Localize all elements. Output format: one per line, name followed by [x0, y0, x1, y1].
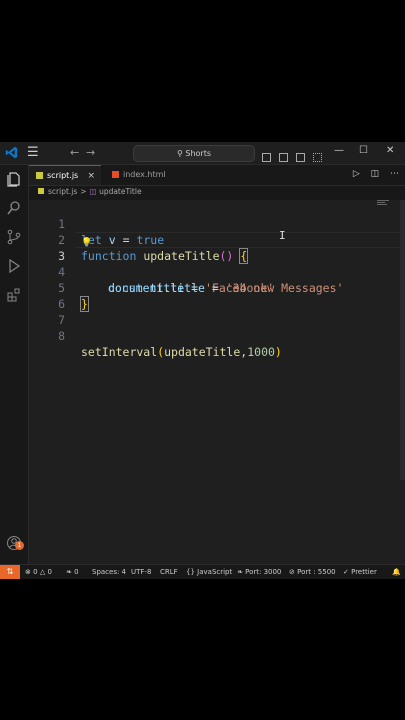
ports-indicator[interactable]: ❧ 0 [66, 565, 79, 579]
hamburger-icon[interactable]: ☰ [27, 146, 39, 159]
identifier: updateTitle [164, 345, 241, 359]
javascript-file-icon [38, 188, 44, 194]
line-number: 8 [58, 329, 65, 343]
command-center-search[interactable]: ⚲ Shorts [133, 145, 255, 162]
activity-bar: 1 ⚙ [0, 165, 29, 579]
breadcrumb-symbol[interactable]: updateTitle [99, 187, 142, 196]
arrow-right-icon[interactable]: → [86, 146, 95, 159]
close-tab-icon[interactable]: × [87, 166, 95, 186]
port-label: Port: 3000 [245, 568, 282, 576]
breadcrumb-separator: > [80, 187, 87, 196]
broadcast-icon: ❧ [66, 568, 72, 576]
live-server-port-5500[interactable]: ⊘ Port : 5500 [289, 565, 336, 579]
search-icon: ⚲ [176, 149, 183, 158]
tab-script-js[interactable]: script.js × [29, 165, 101, 185]
warning-icon: △ [39, 568, 46, 576]
arrow-left-icon[interactable]: ← [70, 146, 79, 159]
customize-layout-icon[interactable] [313, 153, 323, 162]
editor-tabs: script.js × index.html ▷ ◫ ⋯ [29, 165, 405, 186]
html-file-icon [112, 171, 119, 178]
problems-indicator[interactable]: ⊗ 0 △ 0 [25, 565, 52, 579]
breadcrumb-file[interactable]: script.js [48, 187, 77, 196]
run-icon[interactable]: ▷ [353, 169, 360, 179]
code-line: 8 setInterval(updateTitle,1000) [29, 312, 405, 359]
split-editor-icon[interactable]: ◫ [371, 169, 380, 179]
code-line: 1 let v = true [29, 200, 405, 247]
explorer-icon[interactable] [6, 171, 22, 187]
language-mode[interactable]: {} JavaScript [186, 565, 232, 579]
minimize-icon[interactable]: — [334, 145, 344, 156]
vertical-scrollbar[interactable] [400, 200, 405, 480]
toggle-secondary-sidebar-icon[interactable] [296, 153, 306, 162]
braces-icon: {} [186, 568, 195, 576]
code-line: 7 [29, 296, 405, 327]
vscode-window: ☰ ← → ⚲ Shorts — ☐ ✕ 1 script.js × index… [0, 142, 405, 579]
source-control-icon[interactable] [6, 229, 22, 245]
error-icon: ⊗ [25, 568, 31, 576]
number: 1000 [247, 345, 275, 359]
tab-label: index.html [123, 170, 166, 179]
remote-indicator-icon[interactable]: ⇅ [0, 565, 20, 579]
parenthesis: ) [274, 345, 282, 359]
ports-count: 0 [74, 568, 79, 576]
maximize-icon[interactable]: ☐ [359, 145, 368, 156]
code-line: 2 function updateTitle() { I [29, 216, 405, 264]
function-call: setInterval [81, 345, 158, 359]
language-label: JavaScript [197, 568, 233, 576]
toggle-panel-icon[interactable] [279, 153, 289, 162]
live-server-port-3000[interactable]: ❧ Port: 3000 [237, 565, 281, 579]
double-check-icon: ✓ [343, 568, 349, 576]
minimap[interactable] [377, 200, 389, 206]
title-bar: ☰ ← → ⚲ Shorts — ☐ ✕ [0, 142, 405, 165]
tab-index-html[interactable]: index.html [105, 165, 185, 185]
eol-indicator[interactable]: CRLF [160, 565, 178, 579]
search-label: Shorts [185, 149, 212, 158]
extensions-icon[interactable] [6, 287, 22, 303]
code-line: 6 [29, 280, 405, 311]
encoding-indicator[interactable]: UTF-8 [131, 565, 151, 579]
notifications-icon[interactable]: 🔔 [392, 565, 401, 579]
port-label: Port : 5500 [297, 568, 336, 576]
javascript-file-icon [36, 172, 43, 179]
vscode-logo-icon [5, 146, 18, 159]
broadcast-icon: ❧ [237, 568, 243, 576]
more-actions-icon[interactable]: ⋯ [390, 169, 399, 179]
function-symbol-icon: ◫ [89, 187, 97, 196]
code-line: 3 💡 const title = 'Facebook' [29, 232, 405, 295]
warning-count: 0 [47, 568, 52, 576]
breadcrumb: script.js > ◫ updateTitle [38, 185, 142, 199]
close-icon[interactable]: ✕ [386, 145, 394, 156]
status-bar: ⇅ ⊗ 0 △ 0 ❧ 0 Spaces: 4 UTF-8 CRLF {} Ja… [0, 564, 405, 579]
error-count: 0 [33, 568, 38, 576]
prettier-indicator[interactable]: ✓ Prettier [343, 565, 377, 579]
search-icon[interactable] [6, 200, 22, 216]
code-line: 4 document.title = '34 new Messages' [29, 248, 405, 295]
code-editor[interactable]: 1 let v = true 2 function updateTitle() … [29, 200, 405, 568]
block-icon: ⊘ [289, 568, 295, 576]
toggle-sidebar-icon[interactable] [262, 153, 271, 162]
code-line: 5 } [29, 264, 405, 312]
indentation-indicator[interactable]: Spaces: 4 [92, 565, 126, 579]
prettier-label: Prettier [351, 568, 377, 576]
accounts-badge: 1 [15, 541, 24, 550]
tab-label: script.js [47, 171, 79, 180]
run-debug-icon[interactable] [6, 258, 22, 274]
